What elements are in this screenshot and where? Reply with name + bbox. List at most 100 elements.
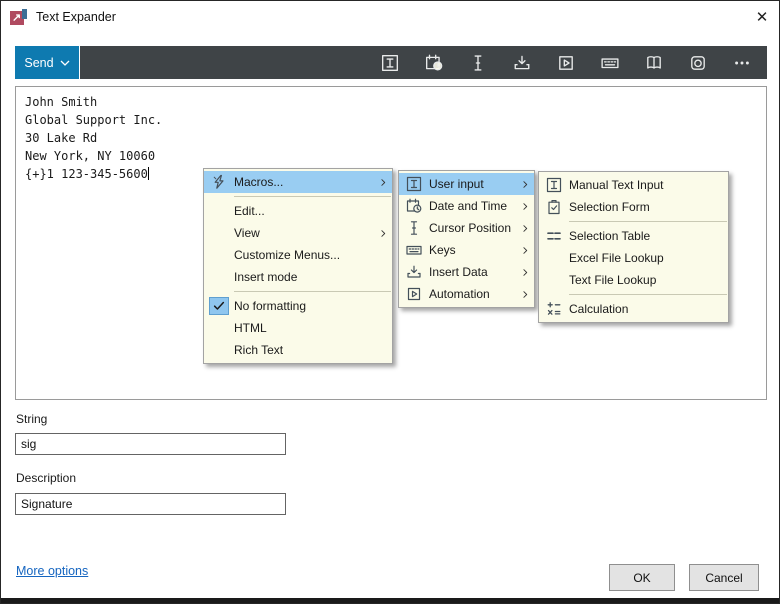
menu-item-label: Edit... — [234, 204, 374, 218]
menu-item-insert-data[interactable]: Insert Data — [399, 261, 534, 283]
text-expander-dialog: ↗ Text Expander ✕ Send John SmithGlobal … — [0, 0, 780, 604]
toolbar-button-cursor-position[interactable] — [463, 50, 493, 76]
string-field-label: String — [16, 412, 47, 426]
menu-item-label: Macros... — [234, 175, 374, 189]
string-input[interactable] — [15, 433, 286, 455]
submenu-arrow-icon — [516, 266, 534, 279]
editor-line: 30 Lake Rd — [25, 129, 757, 147]
book-icon — [645, 54, 663, 72]
submenu-arrow-icon — [516, 200, 534, 213]
menu-item-label: Excel File Lookup — [569, 251, 710, 265]
menu-item-macros[interactable]: Macros... — [204, 171, 392, 193]
menu-item-icon — [399, 176, 429, 192]
menu-item-rich-text[interactable]: Rich Text — [204, 339, 392, 361]
menu-item-label: View — [234, 226, 374, 240]
date-time-icon — [425, 54, 443, 72]
toolbar-button-automation[interactable] — [551, 50, 581, 76]
menu-item-label: Selection Form — [569, 200, 710, 214]
more-options-link[interactable]: More options — [16, 564, 88, 578]
menu-item-excel-file-lookup[interactable]: Excel File Lookup — [539, 247, 728, 269]
cursor-position-icon — [469, 54, 487, 72]
menu-item-label: Rich Text — [234, 343, 374, 357]
menu-item-icon — [399, 286, 429, 302]
calculation-icon — [546, 301, 562, 317]
menu-item-automation[interactable]: Automation — [399, 283, 534, 305]
cancel-button[interactable]: Cancel — [689, 564, 759, 591]
toolbar-button-date-time[interactable] — [419, 50, 449, 76]
text-input-icon — [406, 176, 422, 192]
app-icon: ↗ — [10, 9, 27, 26]
send-button-label: Send — [24, 56, 53, 70]
menu-item-label: Cursor Position — [429, 221, 516, 235]
insert-data-icon — [513, 54, 531, 72]
toolbar-button-insert-data[interactable] — [507, 50, 537, 76]
insert-data-icon — [406, 264, 422, 280]
date-time-icon — [406, 198, 422, 214]
menu-item-icon — [399, 198, 429, 214]
toolbar-button-capture[interactable] — [683, 50, 713, 76]
menu-item-manual-text-input[interactable]: Manual Text Input — [539, 174, 728, 196]
context-menu: Macros... Edit... View Customize Menus... In… — [203, 168, 393, 364]
menu-item-icon — [399, 264, 429, 280]
keys-icon — [601, 54, 619, 72]
menu-item-calculation[interactable]: Calculation — [539, 298, 728, 320]
menu-item-date-and-time[interactable]: Date and Time — [399, 195, 534, 217]
submenu-arrow-icon — [516, 178, 534, 191]
menu-item-label: Insert Data — [429, 265, 516, 279]
automation-icon — [557, 54, 575, 72]
menu-item-html[interactable]: HTML — [204, 317, 392, 339]
menu-item-selection-form[interactable]: Selection Form — [539, 196, 728, 218]
macro-toolbar — [80, 46, 767, 79]
menu-item-icon — [399, 220, 429, 236]
more-icon — [733, 54, 751, 72]
close-icon[interactable]: ✕ — [745, 4, 779, 30]
menu-item-label: Text File Lookup — [569, 273, 710, 287]
submenu-arrow-icon — [377, 176, 390, 189]
menu-item-icon — [539, 177, 569, 193]
menu-item-label: Customize Menus... — [234, 248, 374, 262]
editor-line: Global Support Inc. — [25, 111, 757, 129]
menu-item-label: Insert mode — [234, 270, 374, 284]
toolbar-button-keys[interactable] — [595, 50, 625, 76]
selection-table-icon — [546, 228, 562, 244]
menu-item-label: Calculation — [569, 302, 710, 316]
submenu-arrow-icon — [374, 227, 392, 240]
submenu-arrow-icon — [519, 178, 532, 191]
menu-item-text-file-lookup[interactable]: Text File Lookup — [539, 269, 728, 291]
submenu-arrow-icon — [516, 288, 534, 301]
automation-icon — [406, 286, 422, 302]
text-caret — [148, 167, 149, 180]
menu-item-label: HTML — [234, 321, 374, 335]
submenu-arrow-icon — [516, 222, 534, 235]
title-bar: ↗ Text Expander ✕ — [1, 1, 779, 33]
capture-icon — [689, 54, 707, 72]
menu-item-keys[interactable]: Keys — [399, 239, 534, 261]
menu-item-customize-menus[interactable]: Customize Menus... — [204, 244, 392, 266]
menu-item-insert-mode[interactable]: Insert mode — [204, 266, 392, 288]
editor-line: John Smith — [25, 93, 757, 111]
toolbar-button-text-input[interactable] — [375, 50, 405, 76]
menu-item-cursor-position[interactable]: Cursor Position — [399, 217, 534, 239]
description-field-label: Description — [16, 471, 76, 485]
menu-item-label: Automation — [429, 287, 516, 301]
ok-button[interactable]: OK — [609, 564, 675, 591]
user-input-submenu: Manual Text Input Selection Form Selection… — [538, 171, 729, 323]
check-icon — [212, 299, 226, 313]
menu-item-edit[interactable]: Edit... — [204, 200, 392, 222]
toolbar-button-more[interactable] — [727, 50, 757, 76]
menu-item-label: No formatting — [234, 299, 374, 313]
menu-item-no-formatting[interactable]: No formatting — [204, 295, 392, 317]
menu-item-label: Date and Time — [429, 199, 516, 213]
editor-line: New York, NY 10060 — [25, 147, 757, 165]
menu-item-selection-table[interactable]: Selection Table — [539, 225, 728, 247]
selection-form-icon — [546, 199, 562, 215]
submenu-arrow-icon — [377, 227, 390, 240]
menu-item-user-input[interactable]: User input — [399, 173, 534, 195]
description-input[interactable] — [15, 493, 286, 515]
menu-item-view[interactable]: View — [204, 222, 392, 244]
cursor-position-icon — [406, 220, 422, 236]
send-button[interactable]: Send — [15, 46, 79, 79]
toolbar-button-book[interactable] — [639, 50, 669, 76]
menu-item-icon — [539, 199, 569, 215]
submenu-arrow-icon — [516, 244, 534, 257]
